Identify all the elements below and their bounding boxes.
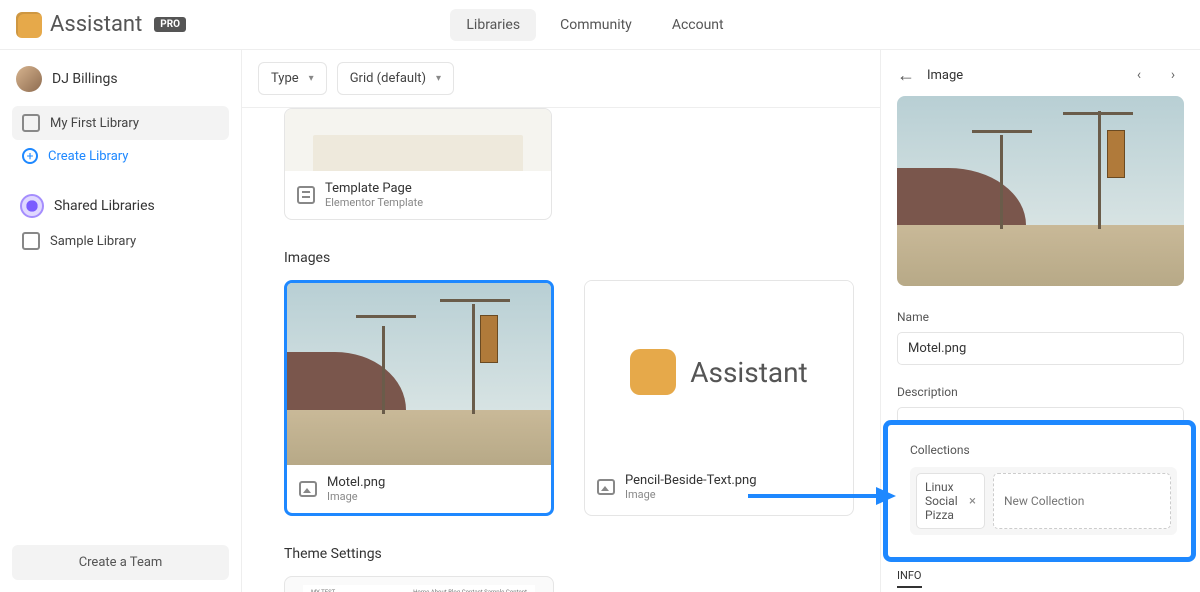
sidebar: DJ Billings My First Library + Create Li… bbox=[0, 50, 242, 592]
template-title: Template Page bbox=[325, 181, 423, 196]
template-subtitle: Elementor Template bbox=[325, 196, 423, 209]
collections-label: Collections bbox=[910, 443, 1177, 457]
callout-arrow bbox=[748, 491, 888, 501]
chevron-down-icon: ▾ bbox=[309, 73, 314, 84]
info-tab[interactable]: INFO bbox=[897, 569, 922, 588]
chevron-down-icon: ▾ bbox=[436, 73, 441, 84]
template-icon bbox=[297, 186, 315, 204]
shared-icon bbox=[20, 194, 44, 218]
back-arrow-icon[interactable]: ← bbox=[897, 65, 915, 86]
name-label: Name bbox=[897, 310, 1184, 324]
detail-panel: ← Image ‹ › Name Description bbox=[881, 50, 1200, 592]
name-input[interactable] bbox=[897, 332, 1184, 365]
main-nav: Libraries Community Account bbox=[450, 9, 739, 41]
collections-section: Collections Linux Social Pizza × bbox=[883, 420, 1196, 562]
library-icon bbox=[22, 232, 40, 250]
user-name: DJ Billings bbox=[52, 71, 118, 87]
pro-badge: PRO bbox=[154, 17, 186, 32]
user-row[interactable]: DJ Billings bbox=[12, 62, 229, 106]
logo-icon bbox=[630, 349, 676, 395]
images-heading: Images bbox=[284, 250, 856, 266]
nav-community[interactable]: Community bbox=[544, 9, 648, 41]
type-select[interactable]: Type ▾ bbox=[258, 62, 327, 95]
logo[interactable]: Assistant PRO bbox=[16, 12, 186, 38]
image-card-motel[interactable]: Motel.png Image bbox=[284, 280, 554, 516]
sidebar-item-my-first-library[interactable]: My First Library bbox=[12, 106, 229, 140]
image-subtitle: Image bbox=[327, 490, 385, 503]
remove-chip-icon[interactable]: × bbox=[969, 494, 976, 509]
logo-text: Assistant bbox=[50, 12, 142, 37]
sidebar-item-label: My First Library bbox=[50, 116, 139, 131]
shared-libraries-heading: Shared Libraries bbox=[12, 188, 229, 224]
sidebar-item-label: Sample Library bbox=[50, 234, 136, 249]
template-thumbnail bbox=[285, 109, 551, 171]
assistant-logo-text: Assistant bbox=[690, 356, 807, 389]
image-subtitle: Image bbox=[625, 488, 757, 501]
template-card[interactable]: Template Page Elementor Template bbox=[284, 108, 552, 220]
create-team-button[interactable]: Create a Team bbox=[12, 545, 229, 580]
nav-account[interactable]: Account bbox=[656, 9, 740, 41]
theme-settings-card[interactable]: MY TEST Home About Blog Contact Sample-C… bbox=[284, 576, 554, 592]
collection-chip[interactable]: Linux Social Pizza × bbox=[916, 473, 985, 529]
nav-libraries[interactable]: Libraries bbox=[450, 9, 536, 41]
next-button[interactable]: › bbox=[1162, 64, 1184, 86]
image-title: Motel.png bbox=[327, 475, 385, 490]
filter-bar: Type ▾ Grid (default) ▾ bbox=[242, 50, 880, 108]
image-thumbnail bbox=[287, 283, 551, 465]
prev-button[interactable]: ‹ bbox=[1128, 64, 1150, 86]
detail-preview bbox=[897, 96, 1184, 286]
new-collection-input[interactable] bbox=[993, 473, 1171, 529]
detail-title: Image bbox=[927, 68, 1116, 83]
image-icon bbox=[597, 479, 615, 495]
sidebar-item-sample-library[interactable]: Sample Library bbox=[12, 224, 229, 258]
image-title: Pencil-Beside-Text.png bbox=[625, 473, 757, 488]
logo-icon bbox=[16, 12, 42, 38]
image-icon bbox=[299, 481, 317, 497]
avatar bbox=[16, 66, 42, 92]
image-thumbnail: Assistant bbox=[585, 281, 853, 463]
sort-select[interactable]: Grid (default) ▾ bbox=[337, 62, 454, 95]
plus-icon: + bbox=[22, 148, 38, 164]
collection-chip-label: Linux Social Pizza bbox=[925, 480, 963, 522]
theme-settings-heading: Theme Settings bbox=[284, 546, 856, 562]
description-label: Description bbox=[897, 385, 1184, 399]
sidebar-item-label: Create Library bbox=[48, 149, 128, 164]
sidebar-item-create-library[interactable]: + Create Library bbox=[12, 140, 229, 172]
library-icon bbox=[22, 114, 40, 132]
